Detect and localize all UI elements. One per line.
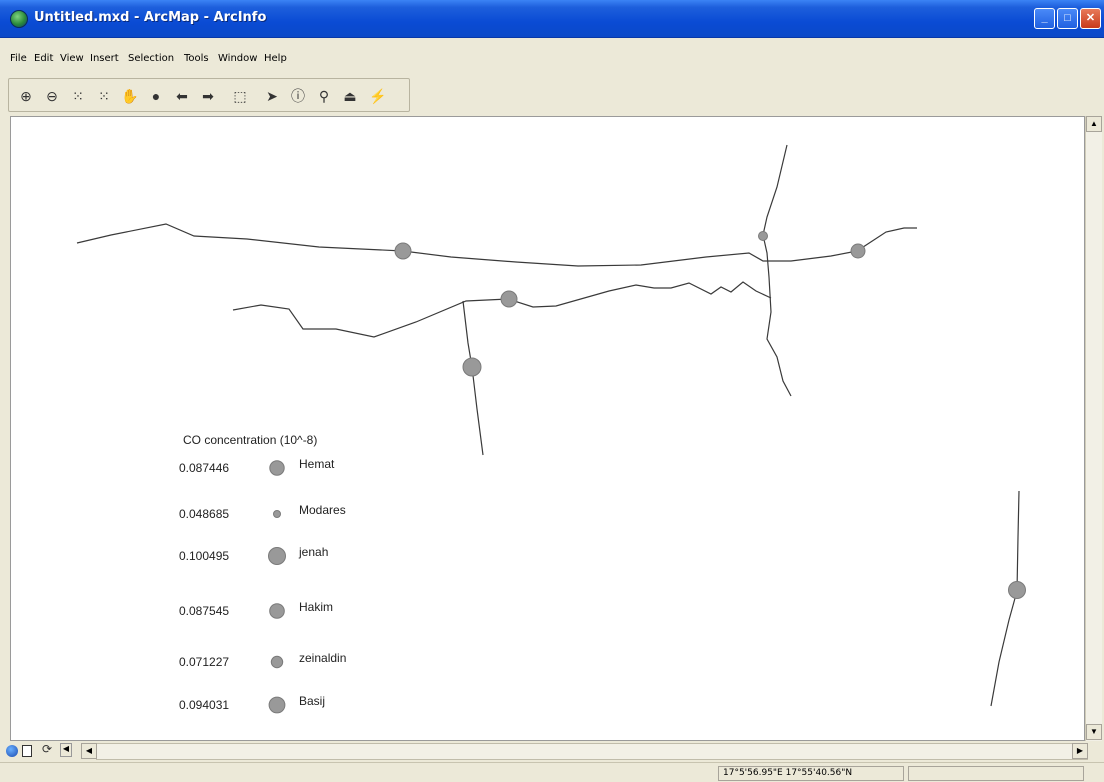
legend-station-name: Hemat <box>299 457 335 471</box>
full-extent-icon[interactable]: ● <box>147 87 165 105</box>
hyperlink-icon[interactable]: ⚡ <box>369 87 387 105</box>
legend-symbol <box>268 696 286 714</box>
find-icon[interactable]: ⚲ <box>315 87 333 105</box>
road-line <box>762 144 792 397</box>
legend-symbol <box>268 547 286 565</box>
measure-icon[interactable]: ⏏ <box>341 87 359 105</box>
refresh-icon[interactable]: ⟳ <box>42 742 52 756</box>
station-marker[interactable] <box>500 290 518 308</box>
legend-station-name: jenah <box>298 545 328 559</box>
legend-station-name: zeinaldin <box>299 651 346 665</box>
menu-help[interactable]: Help <box>264 53 287 64</box>
select-elements-icon[interactable]: ➤ <box>263 87 281 105</box>
map-display[interactable]: CO concentration (10^-8) 0.087446 Hemat 0.… <box>10 116 1085 741</box>
station-marker[interactable] <box>394 242 412 260</box>
map-canvas[interactable]: CO concentration (10^-8) 0.087446 Hemat 0.… <box>11 117 1086 742</box>
zoom-in-icon[interactable]: ⊕ <box>17 87 35 105</box>
menu-bar: File Edit View Insert Selection Tools Wi… <box>0 47 1104 71</box>
menu-file[interactable]: File <box>10 53 27 64</box>
legend-value: 0.048685 <box>179 507 229 521</box>
legend-value: 0.100495 <box>179 549 229 563</box>
arcmap-globe-icon <box>10 10 28 28</box>
coordinate-readout: 17°5'56.95"E 17°55'40.56"N <box>718 766 904 781</box>
legend-station-name: Hakim <box>299 600 333 614</box>
scroll-right-button[interactable]: ▶ <box>1072 743 1088 759</box>
menu-selection[interactable]: Selection <box>128 53 174 64</box>
fixed-zoom-out-icon[interactable]: ⁙ <box>95 87 113 105</box>
pause-drawing-icon[interactable]: ◀ <box>60 743 72 757</box>
legend-value: 0.087545 <box>179 604 229 618</box>
scroll-left-button[interactable]: ◀ <box>81 743 97 759</box>
vertical-scrollbar[interactable]: ▲ ▼ <box>1085 116 1102 741</box>
view-switcher-bar: ⟳ ◀ ◀ ▶ <box>0 741 1104 761</box>
legend-value: 0.094031 <box>179 698 229 712</box>
status-bar: 17°5'56.95"E 17°55'40.56"N <box>0 762 1104 782</box>
arcmap-window: Untitled.mxd - ArcMap - ArcInfo _ □ ✕ Fi… <box>0 0 1104 782</box>
tools-toolbar: ⊕ ⊖ ⁙ ⁙ ✋ ● ⬅ ➡ ⬚ ➤ ⓘ ⚲ ⏏ ⚡ <box>8 78 410 112</box>
maximize-button[interactable]: □ <box>1057 8 1078 29</box>
legend-symbol <box>269 460 285 476</box>
title-bar[interactable]: Untitled.mxd - ArcMap - ArcInfo _ □ ✕ <box>0 0 1104 38</box>
legend-symbol <box>270 655 284 669</box>
horizontal-scrollbar[interactable]: ◀ ▶ <box>81 743 1088 760</box>
station-marker[interactable] <box>850 243 866 259</box>
legend-title: CO concentration (10^-8) <box>183 433 317 447</box>
scroll-down-button[interactable]: ▼ <box>1086 724 1102 740</box>
menu-insert[interactable]: Insert <box>90 53 119 64</box>
legend-value: 0.087446 <box>179 461 229 475</box>
station-marker[interactable] <box>1008 581 1026 599</box>
station-marker[interactable] <box>462 357 482 377</box>
layout-view-icon[interactable] <box>22 745 32 757</box>
select-features-icon[interactable]: ⬚ <box>231 87 249 105</box>
pan-icon[interactable]: ✋ <box>121 87 139 105</box>
identify-icon[interactable]: ⓘ <box>289 87 307 105</box>
road-line <box>76 223 917 267</box>
map-legend: CO concentration (10^-8) 0.087446 Hemat 0.… <box>179 433 346 714</box>
back-extent-icon[interactable]: ⬅ <box>173 87 191 105</box>
menu-edit[interactable]: Edit <box>34 53 53 64</box>
forward-extent-icon[interactable]: ➡ <box>199 87 217 105</box>
menu-tools[interactable]: Tools <box>184 53 209 64</box>
data-view-icon[interactable] <box>6 745 18 757</box>
window-title: Untitled.mxd - ArcMap - ArcInfo <box>34 10 267 25</box>
legend-symbol <box>269 603 285 619</box>
minimize-button[interactable]: _ <box>1034 8 1055 29</box>
status-panel <box>908 766 1084 781</box>
scroll-up-button[interactable]: ▲ <box>1086 116 1102 132</box>
legend-station-name: Basij <box>299 694 325 708</box>
fixed-zoom-in-icon[interactable]: ⁙ <box>69 87 87 105</box>
menu-view[interactable]: View <box>60 53 84 64</box>
station-marker[interactable] <box>758 231 768 241</box>
road-line <box>462 300 484 456</box>
legend-value: 0.071227 <box>179 655 229 669</box>
road-line <box>232 281 772 338</box>
zoom-out-icon[interactable]: ⊖ <box>43 87 61 105</box>
close-button[interactable]: ✕ <box>1080 8 1101 29</box>
menu-window[interactable]: Window <box>218 53 257 64</box>
legend-symbol <box>273 510 281 518</box>
legend-station-name: Modares <box>299 503 346 517</box>
